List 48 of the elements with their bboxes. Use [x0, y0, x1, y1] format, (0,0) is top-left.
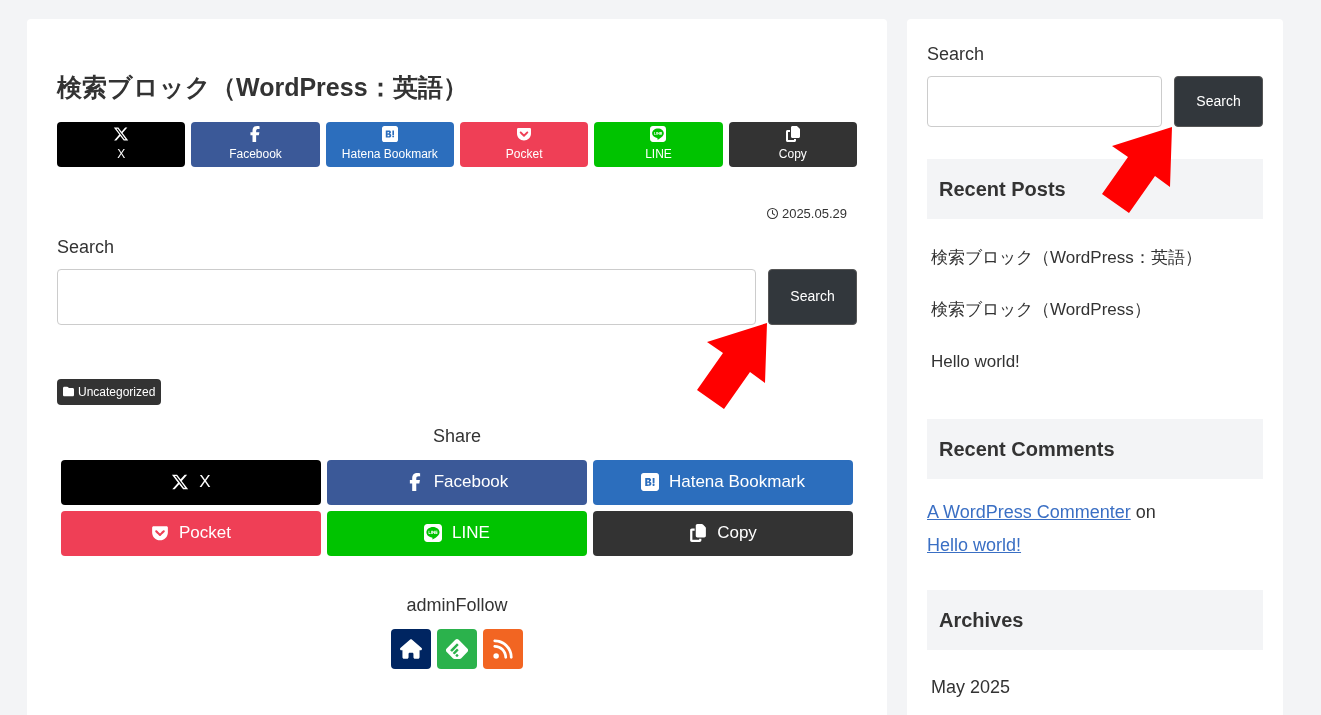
post-link[interactable]: Hello world!	[927, 535, 1022, 555]
post-link[interactable]: 検索ブロック（WordPress：英語）	[931, 246, 1263, 269]
b-mark-icon	[381, 126, 398, 142]
post-link[interactable]: Hello world!	[931, 350, 1263, 373]
share-button[interactable]: Hatena Bookmark	[325, 122, 454, 167]
speech-bubble-icon	[424, 524, 443, 542]
share-heading: Share	[431, 424, 482, 448]
pocket-logo-icon	[151, 524, 169, 542]
share-button[interactable]: Facebook	[191, 122, 320, 167]
post-link[interactable]: 検索ブロック（WordPress）	[931, 298, 1263, 321]
copy-icon	[689, 524, 708, 542]
follow-link[interactable]	[391, 628, 431, 669]
speech-bubble-icon	[650, 126, 667, 142]
search-label: Search	[927, 43, 986, 66]
x-logo-icon	[171, 473, 190, 491]
comment-entry: A WordPress Commenter on Hello world!	[927, 501, 1157, 557]
search-label: Search	[57, 235, 116, 259]
archive-link[interactable]: May 2025	[931, 674, 1263, 701]
search-field[interactable]	[927, 76, 1162, 127]
home-icon	[400, 637, 422, 660]
rss-icon	[492, 637, 514, 660]
widget-heading: Recent Comments	[927, 419, 1263, 479]
widget-heading: Recent Posts	[927, 159, 1263, 219]
follow-heading: adminFollow	[405, 593, 509, 617]
share-button[interactable]: Pocket	[460, 122, 589, 167]
post-date: 2025.05.29	[781, 205, 847, 223]
category-label: Uncategorized	[78, 383, 156, 401]
share-button[interactable]: Pocket	[61, 510, 321, 556]
search-field[interactable]	[57, 268, 756, 325]
share-button[interactable]: Copy	[593, 510, 853, 556]
feedly-logo-icon	[446, 637, 468, 660]
share-button[interactable]: X	[61, 459, 321, 505]
clock-icon	[766, 208, 778, 220]
author-link[interactable]: A WordPress Commenter	[927, 502, 1131, 522]
category-tag[interactable]: Uncategorized	[57, 378, 162, 405]
search-button[interactable]: Search	[1174, 76, 1263, 127]
b-mark-icon	[640, 473, 659, 491]
share-button[interactable]: Facebook	[327, 459, 587, 505]
share-button[interactable]: Copy	[728, 122, 857, 167]
search-button[interactable]: Search	[768, 268, 857, 325]
folder-icon	[63, 386, 74, 397]
pocket-logo-icon	[516, 126, 533, 142]
share-button[interactable]: Hatena Bookmark	[593, 459, 853, 505]
x-logo-icon	[113, 126, 130, 142]
copy-icon	[784, 126, 801, 142]
share-button[interactable]: X	[57, 122, 186, 167]
post-title: 検索ブロック（WordPress：英語）	[57, 72, 469, 103]
widget-heading: Archives	[927, 590, 1263, 650]
